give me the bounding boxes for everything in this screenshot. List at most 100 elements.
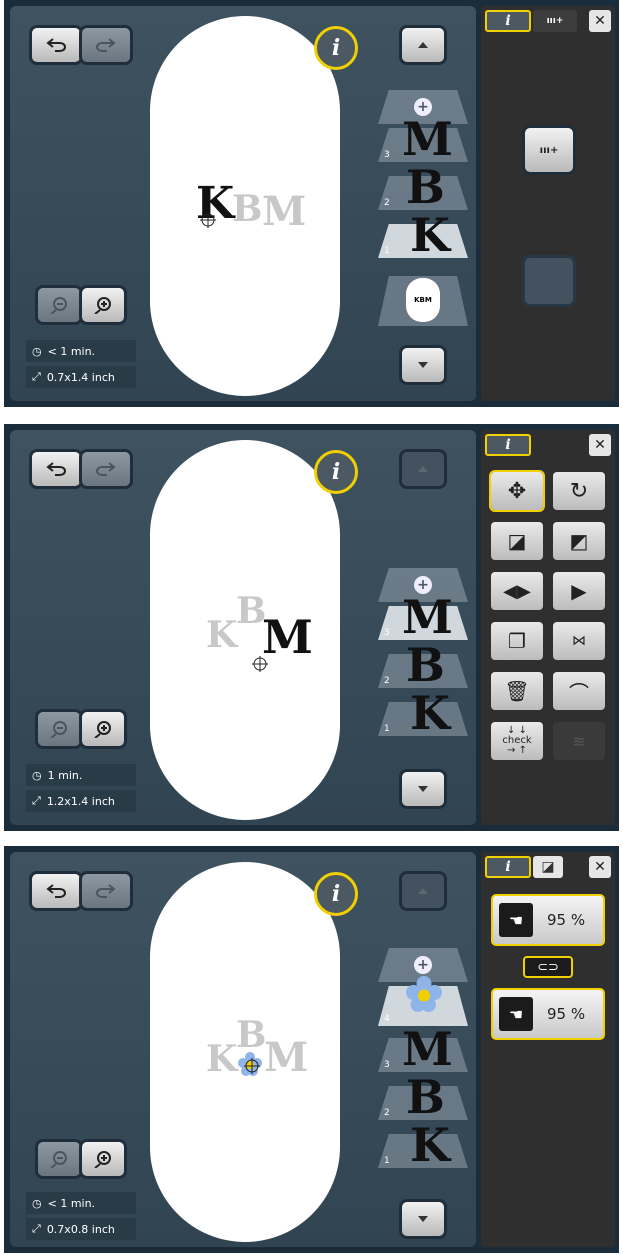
transform-button[interactable]: ◩	[553, 522, 605, 560]
redo-button[interactable]	[82, 28, 130, 62]
arc-icon: ⌒	[569, 680, 589, 705]
duplicate-icon: ❐	[508, 629, 526, 653]
mirror-horizontal-icon: ◀▶	[503, 580, 531, 602]
undo-button[interactable]	[32, 452, 80, 486]
redo-icon	[96, 884, 116, 898]
arrow-up-icon	[418, 42, 428, 48]
close-button[interactable]: ✕	[589, 856, 611, 878]
wave-icon: ≋	[572, 731, 586, 751]
duplicate-button[interactable]: ❐	[491, 622, 543, 660]
info-button[interactable]: i	[314, 450, 358, 494]
layer-3[interactable]: 3M	[378, 590, 468, 644]
zoom-in-button[interactable]	[82, 1142, 124, 1176]
repeat-button[interactable]: ⋈	[553, 622, 605, 660]
info-button[interactable]: i	[314, 872, 358, 916]
disabled-tool-button: ≋	[553, 722, 605, 760]
layer-up-button[interactable]	[402, 452, 444, 486]
hand-icon: ☚	[499, 997, 533, 1031]
undo-icon	[46, 884, 66, 898]
layer-down-button[interactable]	[402, 348, 444, 382]
layer-3-letter: M	[402, 1022, 453, 1076]
screen-1: K B M i + 3M 2B 1K KBM ◷ < 1 min. ⤢ 0.7x1.…	[4, 0, 619, 407]
stitch-time: ◷ 1 min.	[26, 764, 136, 786]
letter-m[interactable]: M	[262, 610, 313, 664]
zoom-out-icon	[50, 1151, 67, 1168]
undo-button[interactable]	[32, 874, 80, 908]
layer-2-letter: B	[406, 160, 445, 214]
redo-button[interactable]	[82, 452, 130, 486]
close-icon: ✕	[594, 13, 606, 29]
layer-down-button[interactable]	[402, 772, 444, 806]
clock-icon: ◷	[32, 344, 42, 358]
letter-k[interactable]: K	[206, 614, 237, 656]
rotate-button[interactable]: ↻	[553, 472, 605, 510]
zoom-out-icon	[50, 721, 67, 738]
arc-button[interactable]: ⌒	[553, 672, 605, 710]
zoom-out-icon	[50, 297, 67, 314]
undo-button[interactable]	[32, 28, 80, 62]
layer-3[interactable]: 3M	[378, 1022, 468, 1076]
rotate-icon: ↻	[569, 478, 589, 504]
letter-b[interactable]: B	[236, 1014, 266, 1056]
tab-scale[interactable]: ◪	[533, 856, 563, 878]
right-panel: i ◪ ✕ ☚ 95 % ⊂⊃ ☚ 95 %	[481, 852, 615, 1247]
crosshair-icon	[252, 656, 268, 672]
layer-2[interactable]: 2B	[378, 1070, 468, 1124]
delete-icon: 🗑	[504, 679, 530, 703]
layer-4[interactable]: 4	[378, 976, 468, 1026]
redo-button[interactable]	[82, 874, 130, 908]
embroidery-hoop[interactable]: K B M	[150, 440, 340, 820]
add-letters-button[interactable]: ııı+	[525, 128, 573, 172]
layer-1[interactable]: 1K	[378, 1118, 468, 1172]
undo-icon	[46, 38, 66, 52]
zoom-in-button[interactable]	[82, 712, 124, 746]
crosshair-icon	[200, 212, 216, 228]
scale-width-control[interactable]: ☚ 95 %	[491, 894, 605, 946]
mirror-vertical-button[interactable]: ▶	[553, 572, 605, 610]
zoom-in-button[interactable]	[82, 288, 124, 322]
mini-hoop: KBM	[406, 278, 440, 322]
embroidery-hoop[interactable]: K B M	[150, 16, 340, 396]
workspace: K B M i + 4 3M 2B 1K ◷ < 1 min. ⤢ 0.7x0.8 …	[10, 852, 476, 1247]
close-button[interactable]: ✕	[589, 434, 611, 456]
tab-info[interactable]: i	[485, 856, 531, 878]
layer-up-button[interactable]	[402, 28, 444, 62]
layer-2[interactable]: 2B	[378, 638, 468, 692]
embroidery-hoop[interactable]: K B M	[150, 862, 340, 1242]
letter-k[interactable]: K	[206, 1038, 237, 1080]
clock-icon: ◷	[32, 768, 42, 782]
design-size: ⤢ 0.7x0.8 inch	[26, 1218, 136, 1240]
zoom-in-icon	[94, 721, 111, 738]
arrow-down-icon	[418, 1216, 428, 1222]
info-button[interactable]: i	[314, 26, 358, 70]
layer-1[interactable]: 1K	[378, 686, 468, 740]
mirror-vertical-icon: ▶	[571, 579, 587, 603]
scale-height-control[interactable]: ☚ 95 %	[491, 988, 605, 1040]
layer-2[interactable]: 2B	[378, 160, 468, 214]
move-button[interactable]: ✥	[491, 472, 543, 510]
layer-1-letter: K	[410, 1118, 450, 1172]
tab-add-letters[interactable]: ııı+	[533, 10, 577, 32]
letter-m[interactable]: M	[262, 188, 306, 235]
layer-down-button[interactable]	[402, 1202, 444, 1236]
scale-icon: ◪	[541, 859, 555, 875]
layer-overview[interactable]: KBM	[378, 276, 468, 326]
tab-info[interactable]: i	[485, 10, 531, 32]
zoom-out-button[interactable]	[38, 288, 80, 322]
tab-info[interactable]: i	[485, 434, 531, 456]
letter-m[interactable]: M	[264, 1034, 308, 1081]
zoom-out-button[interactable]	[38, 712, 80, 746]
layer-up-button[interactable]	[402, 874, 444, 908]
mirror-horizontal-button[interactable]: ◀▶	[491, 572, 543, 610]
zoom-out-button[interactable]	[38, 1142, 80, 1176]
close-button[interactable]: ✕	[589, 10, 611, 32]
layer-3[interactable]: 3M	[378, 112, 468, 166]
close-icon: ✕	[594, 437, 606, 453]
scale-button[interactable]: ◪	[491, 522, 543, 560]
delete-button[interactable]: 🗑	[491, 672, 543, 710]
link-proportions-button[interactable]: ⊂⊃	[523, 956, 573, 978]
letter-b[interactable]: B	[232, 188, 262, 230]
layer-1[interactable]: 1K	[378, 208, 468, 262]
hand-icon: ☚	[499, 903, 533, 937]
check-button[interactable]: ↓ ↓ check → ↑	[491, 722, 543, 760]
